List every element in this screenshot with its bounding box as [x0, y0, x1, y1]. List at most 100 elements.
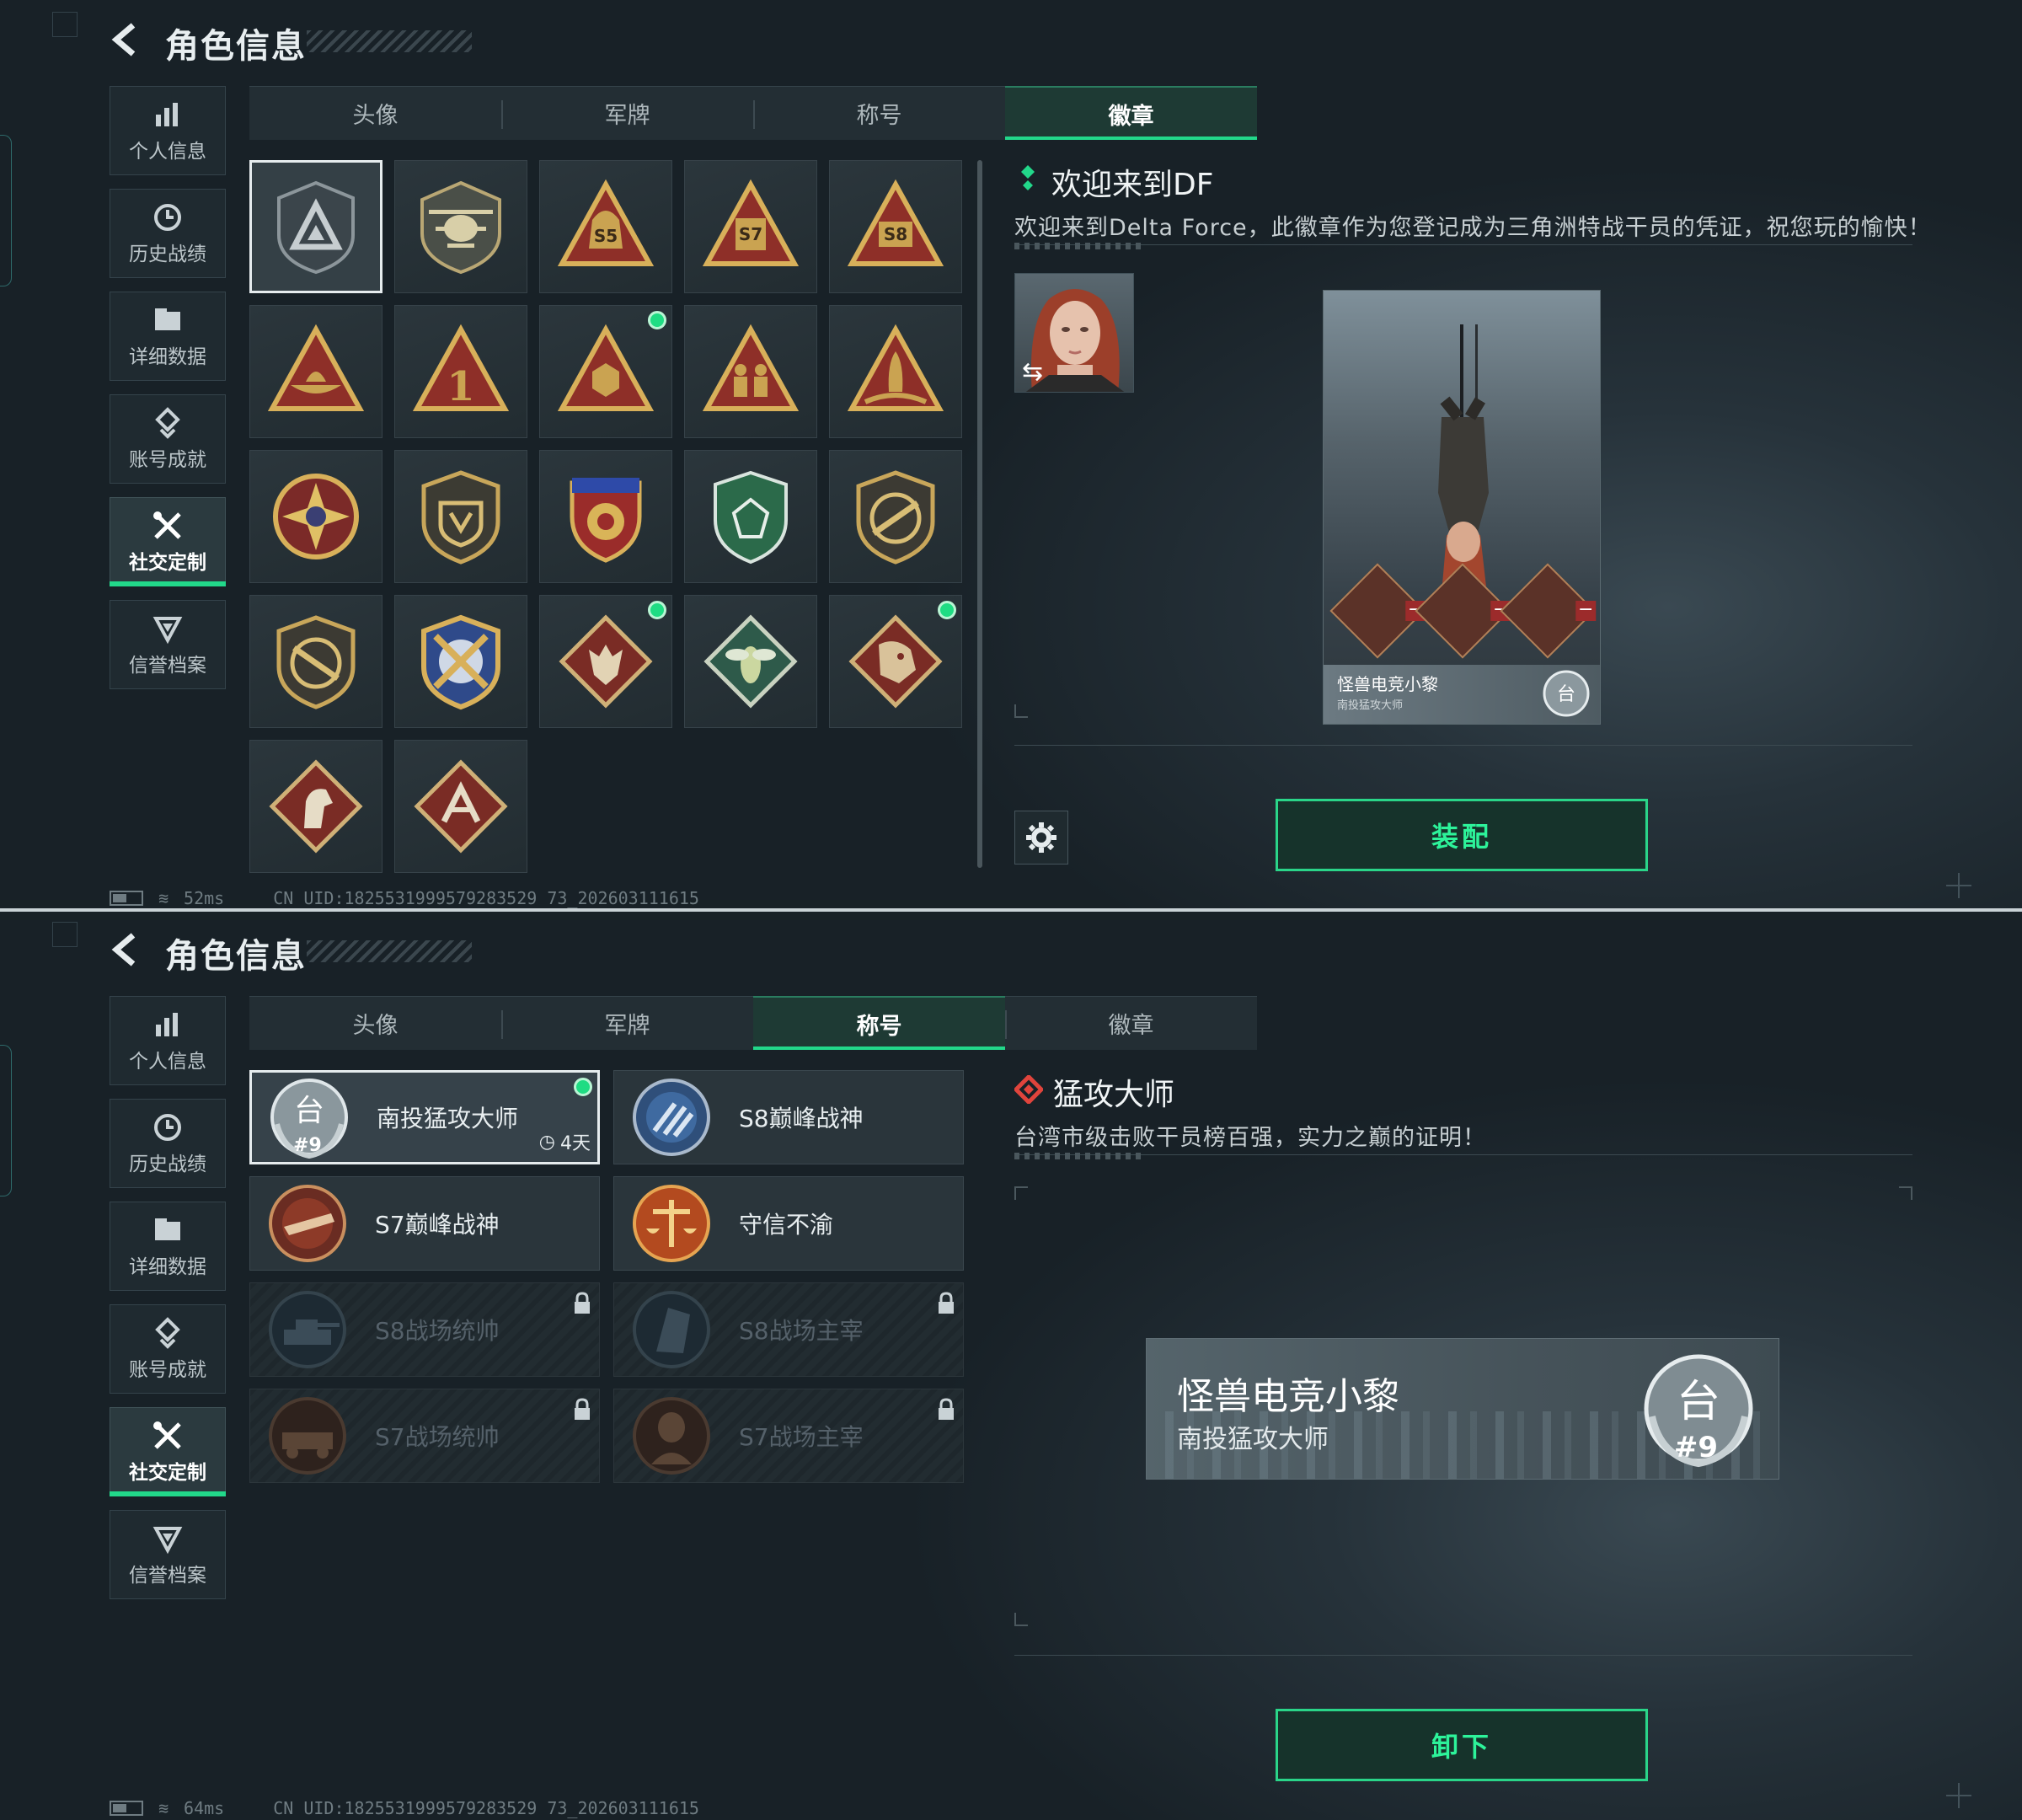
sidebar-item-history[interactable]: 历史战绩	[110, 189, 226, 278]
badge-s8[interactable]: S8	[829, 160, 962, 293]
back-arrow-icon[interactable]	[108, 930, 147, 969]
frame-corner	[1899, 1186, 1912, 1200]
badge-s7[interactable]: S7	[684, 160, 817, 293]
sidebar-item-label: 详细数据	[129, 346, 206, 368]
title-item-nantou-master[interactable]: 台 #9 南投猛攻大师 ◷ 4天	[249, 1070, 600, 1164]
badge-rifle-shield[interactable]	[829, 450, 962, 583]
title-list: 台 #9 南投猛攻大师 ◷ 4天 S8巅峰战神 S7巅峰战神 守信不渝 S8战场统帅…	[249, 1070, 967, 1483]
badge-crossed-arms[interactable]	[394, 595, 527, 728]
uid-text: CN UID:1825531999579283529 73_2026031116…	[273, 1798, 699, 1818]
sidebar-item-label: 信誉档案	[129, 655, 206, 677]
achievement-icon	[155, 407, 180, 439]
badge-rocket[interactable]	[829, 305, 962, 438]
helicopter-badge-icon	[420, 180, 501, 275]
sidebar-item-detailed-data[interactable]: 详细数据	[110, 292, 226, 381]
taiwan-emblem-icon: 台 #9	[1644, 1354, 1753, 1468]
title-item-s8-commander[interactable]: S8战场统帅	[249, 1282, 600, 1377]
badge-green-shield[interactable]	[684, 450, 817, 583]
unequip-button[interactable]: 卸下	[1276, 1709, 1648, 1781]
sidebar-item-label: 个人信息	[129, 1051, 206, 1073]
badge-soldiers[interactable]	[684, 305, 817, 438]
badge-slot-3[interactable]: −	[1500, 563, 1597, 659]
title-item-s7-commander[interactable]: S7战场统帅	[249, 1389, 600, 1483]
delta-shield-badge-icon	[277, 180, 355, 275]
title-item-s7-peak[interactable]: S7巅峰战神	[249, 1176, 600, 1271]
hexagon-triangle-badge-icon	[557, 324, 655, 411]
badge-delta-shield[interactable]	[249, 160, 382, 293]
side-pull-tab[interactable]	[0, 135, 12, 286]
badge-rifle-shield-2[interactable]	[249, 595, 382, 728]
ping-text: 52ms	[184, 888, 225, 908]
corner-marker	[52, 12, 78, 37]
badge-dragon[interactable]	[829, 595, 962, 728]
tab-dogtag[interactable]: 军牌	[501, 86, 753, 140]
sidebar-item-achievements[interactable]: 账号成就	[110, 394, 226, 484]
remove-badge-icon[interactable]: −	[1575, 599, 1597, 621]
title-item-s7-dominator[interactable]: S7战场主宰	[613, 1389, 964, 1483]
badge-s5[interactable]: S5	[539, 160, 672, 293]
tab-avatar[interactable]: 头像	[249, 86, 501, 140]
tab-avatar[interactable]: 头像	[249, 996, 501, 1050]
sidebar-item-reputation[interactable]: 信誉档案	[110, 1510, 226, 1599]
tab-badge[interactable]: 徽章	[1005, 86, 1257, 140]
corner-plus-decoration	[1946, 873, 1971, 898]
side-navigation: 个人信息 历史战绩 详细数据 账号成就 社交定制 信誉档案	[110, 996, 226, 1613]
operator-portrait[interactable]: ⇆	[1014, 273, 1134, 393]
badge-wolf[interactable]	[539, 595, 672, 728]
side-pull-tab[interactable]	[0, 1045, 12, 1196]
frame-corner	[1014, 704, 1028, 718]
badge-detail-title: 欢迎来到DF	[1051, 168, 1214, 202]
badge-ai[interactable]	[394, 740, 527, 873]
tab-title[interactable]: 称号	[753, 86, 1005, 140]
tab-dogtag[interactable]: 军牌	[501, 996, 753, 1050]
sidebar-item-personal-info[interactable]: 个人信息	[110, 996, 226, 1085]
nameplate-player-name: 怪兽电竞小黎	[1177, 1375, 1399, 1418]
badge-shield-emblem[interactable]	[394, 450, 527, 583]
tab-badge[interactable]: 徽章	[1005, 996, 1257, 1050]
badge-horse[interactable]	[249, 740, 382, 873]
badge-star-medal[interactable]	[249, 450, 382, 583]
s7-triangle-badge-icon: S7	[702, 179, 800, 266]
sidebar-item-reputation[interactable]: 信誉档案	[110, 600, 226, 689]
dragon-diamond-badge-icon	[848, 614, 943, 709]
badge-number-one[interactable]: 1	[394, 305, 527, 438]
page-title: 角色信息	[165, 27, 307, 66]
green-shield-badge-icon	[714, 470, 788, 565]
battery-icon	[110, 1801, 143, 1816]
scales-emblem-icon	[633, 1185, 710, 1262]
sidebar-item-social-custom[interactable]: 社交定制	[110, 1407, 226, 1496]
badge-grid: S5 S7 S8 1	[249, 160, 966, 873]
badge-helicopter[interactable]	[394, 160, 527, 293]
sidebar-item-achievements[interactable]: 账号成就	[110, 1304, 226, 1394]
sidebar-item-personal-info[interactable]: 个人信息	[110, 86, 226, 175]
side-navigation: 个人信息 历史战绩 详细数据 账号成就 社交定制 信誉档案	[110, 86, 226, 703]
category-tabs: 头像 军牌 称号 徽章	[249, 996, 1257, 1050]
badge-wasp[interactable]	[684, 595, 817, 728]
title-name: S7巅峰战神	[375, 1211, 500, 1239]
sidebar-item-history[interactable]: 历史战绩	[110, 1099, 226, 1188]
wifi-icon: ≋	[158, 1798, 169, 1818]
rifle-shield-badge-2-icon	[276, 615, 356, 709]
sidebar-item-social-custom[interactable]: 社交定制	[110, 497, 226, 586]
sidebar-item-detailed-data[interactable]: 详细数据	[110, 1202, 226, 1291]
swap-operator-icon[interactable]: ⇆	[1022, 357, 1043, 387]
back-arrow-icon[interactable]	[108, 20, 147, 59]
equip-button[interactable]: 装配	[1276, 799, 1648, 871]
title-item-s8-dominator[interactable]: S8战场主宰	[613, 1282, 964, 1377]
settings-button[interactable]	[1014, 811, 1068, 864]
page-title: 角色信息	[165, 937, 307, 976]
badge-list-scrollbar[interactable]	[977, 160, 982, 868]
badge-slot-2[interactable]: −	[1415, 563, 1511, 659]
lock-icon	[939, 1398, 954, 1420]
title-item-keep-faith[interactable]: 守信不渝	[613, 1176, 964, 1271]
badge-crest-stars[interactable]	[539, 450, 672, 583]
title-name: S7战场统帅	[375, 1423, 500, 1451]
badge-slot-1[interactable]: −	[1329, 563, 1426, 659]
sidebar-item-label: 账号成就	[129, 449, 206, 471]
gear-icon	[1026, 822, 1056, 853]
badge-boat[interactable]	[249, 305, 382, 438]
title-item-s8-peak[interactable]: S8巅峰战神	[613, 1070, 964, 1164]
status-bar: ≋ 64ms CN UID:1825531999579283529 73_202…	[110, 1798, 699, 1818]
tab-title[interactable]: 称号	[753, 996, 1005, 1050]
badge-hexagon[interactable]	[539, 305, 672, 438]
